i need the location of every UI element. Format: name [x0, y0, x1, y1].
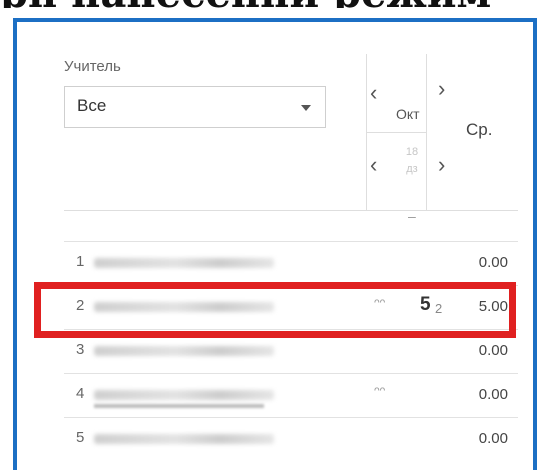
teacher-select-value: Все [77, 96, 107, 115]
empty-mark: – [408, 208, 416, 224]
average-column-header: Ср. [466, 120, 493, 139]
teacher-label: Учитель [64, 58, 121, 75]
absent-icon: ᵔᵔ [374, 384, 386, 401]
grid-divider [426, 54, 427, 210]
row-average: 0.00 [478, 430, 508, 447]
next-date-button[interactable]: › [438, 154, 445, 176]
student-name-blurred [94, 390, 274, 400]
top-banner-text: рп нанесенни режим [0, 0, 550, 8]
month-label: Окт [396, 106, 420, 122]
highlight-box [34, 282, 516, 338]
table-row[interactable]: 5 0.00 [64, 417, 518, 461]
caret-down-icon [301, 105, 311, 111]
row-average: 0.00 [478, 254, 508, 271]
grid-divider [64, 210, 518, 211]
date-column-header[interactable]: 18 дз [400, 144, 424, 177]
row-number: 3 [76, 341, 85, 358]
student-name-blurred [94, 346, 274, 356]
table-row[interactable]: 1 0.00 [64, 241, 518, 285]
row-number: 5 [76, 429, 85, 446]
journal-panel: Учитель Все ‹ › Окт ‹ › 18 дз Ср. – 1 0.… [30, 36, 520, 466]
student-name-blurred [94, 258, 274, 268]
row-number: 4 [76, 385, 85, 402]
student-note-blurred [94, 404, 264, 408]
grid-divider [366, 132, 426, 133]
prev-date-button[interactable]: ‹ [370, 154, 377, 176]
row-average: 0.00 [478, 342, 508, 359]
table-row[interactable]: 4 ᵔᵔ 0.00 [64, 373, 518, 417]
next-month-button[interactable]: › [438, 78, 445, 100]
teacher-select[interactable]: Все [64, 86, 326, 128]
student-name-blurred [94, 434, 274, 444]
row-average: 0.00 [478, 386, 508, 403]
prev-month-button[interactable]: ‹ [370, 82, 377, 104]
row-number: 1 [76, 253, 85, 270]
